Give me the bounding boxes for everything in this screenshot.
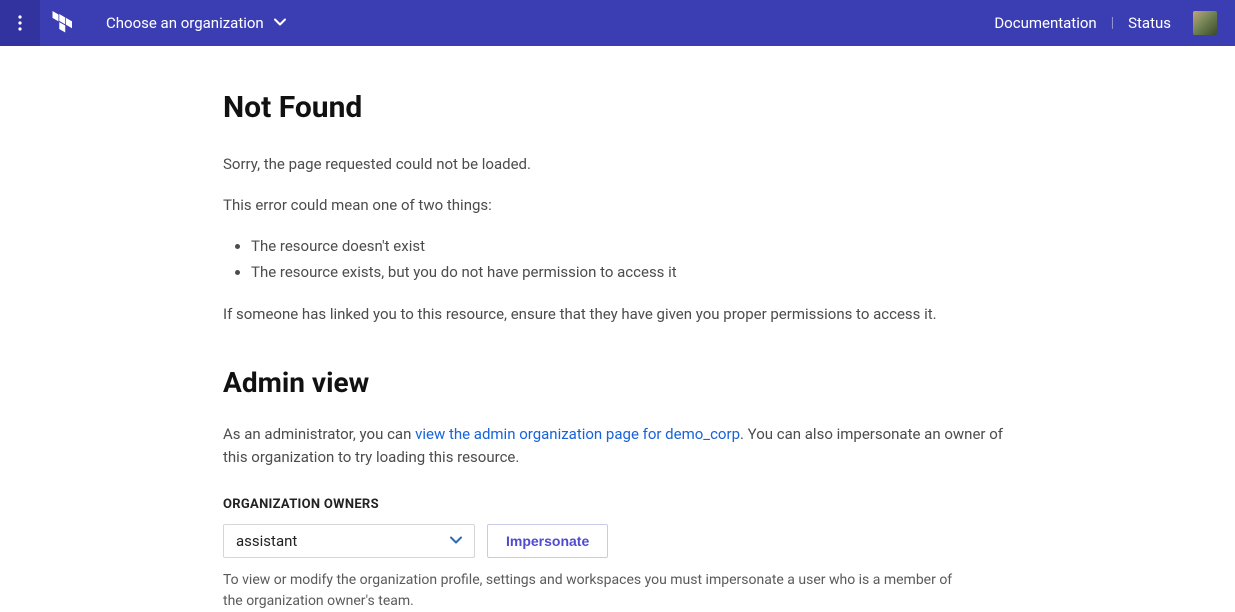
organization-picker[interactable]: Choose an organization xyxy=(106,14,286,32)
status-link[interactable]: Status xyxy=(1128,14,1171,32)
chevron-down-icon xyxy=(274,14,286,32)
linked-hint-text: If someone has linked you to this resour… xyxy=(223,303,1023,326)
owners-select-value: assistant xyxy=(236,532,297,550)
organization-owners-label: ORGANIZATION OWNERS xyxy=(223,497,1023,512)
owners-row: assistant Impersonate xyxy=(223,524,1023,558)
user-avatar[interactable] xyxy=(1193,11,1217,35)
owners-help-text: To view or modify the organization profi… xyxy=(223,570,963,612)
menu-toggle-button[interactable] xyxy=(0,0,40,46)
documentation-link[interactable]: Documentation xyxy=(994,14,1096,32)
admin-view-title: Admin view xyxy=(223,366,1023,399)
organization-picker-label: Choose an organization xyxy=(106,14,264,32)
impersonate-button[interactable]: Impersonate xyxy=(487,524,608,558)
admin-org-link[interactable]: view the admin organization page for dem… xyxy=(415,425,740,443)
owners-select[interactable]: assistant xyxy=(223,524,475,558)
terraform-logo-icon xyxy=(51,11,75,35)
terraform-logo[interactable] xyxy=(40,0,86,46)
page-title: Not Found xyxy=(223,90,1023,125)
chevron-down-icon xyxy=(450,532,462,550)
main-content: Not Found Sorry, the page requested coul… xyxy=(223,46,1023,612)
error-intro-text: This error could mean one of two things: xyxy=(223,194,1023,217)
reason-item: The resource doesn't exist xyxy=(251,234,1023,260)
topbar: Choose an organization Documentation | S… xyxy=(0,0,1235,46)
vertical-dots-icon xyxy=(18,15,22,31)
reason-list: The resource doesn't exist The resource … xyxy=(223,234,1023,285)
nav-separator: | xyxy=(1111,15,1114,31)
sorry-text: Sorry, the page requested could not be l… xyxy=(223,153,1023,176)
admin-para-prefix: As an administrator, you can xyxy=(223,425,415,443)
reason-item: The resource exists, but you do not have… xyxy=(251,260,1023,286)
admin-paragraph: As an administrator, you can view the ad… xyxy=(223,423,1023,470)
